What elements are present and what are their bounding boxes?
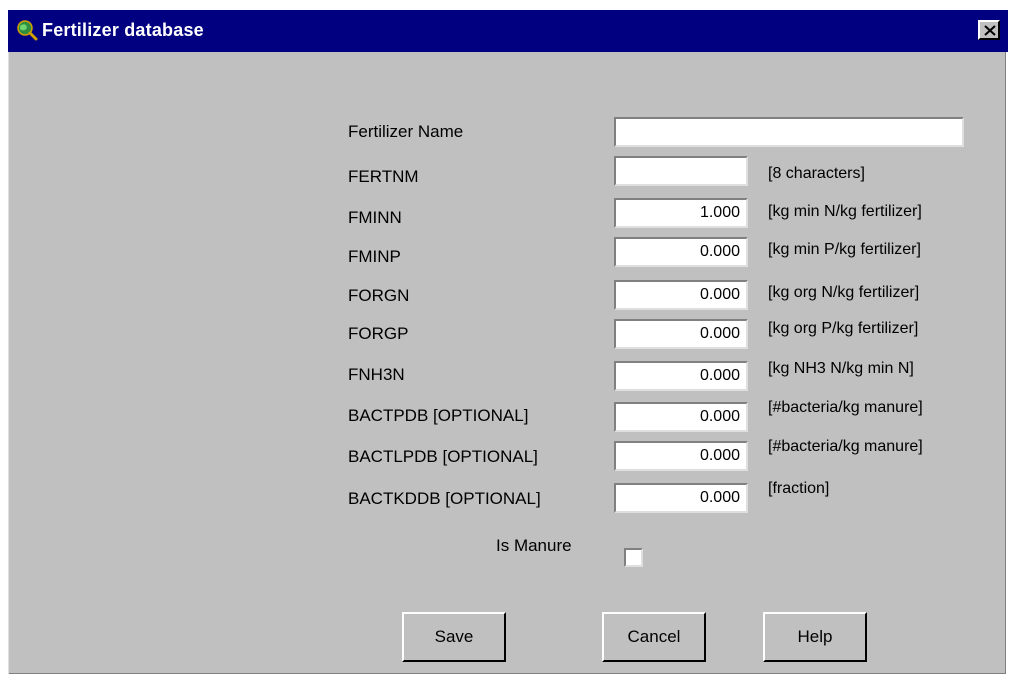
is-manure-label: Is Manure (496, 536, 572, 555)
forgn-input[interactable] (614, 280, 748, 310)
bactkddb-label: BACTKDDB [OPTIONAL] (348, 489, 541, 508)
forgn-label: FORGN (348, 286, 410, 305)
fminn-input[interactable] (614, 198, 748, 228)
fertnm-input[interactable] (614, 156, 748, 186)
bactlpdb-label: BACTLPDB [OPTIONAL] (348, 447, 538, 466)
bactlpdb-unit: [#bacteria/kg manure] (768, 438, 923, 455)
forgp-label: FORGP (348, 324, 409, 343)
fertnm-unit: [8 characters] (768, 165, 865, 182)
bactpdb-unit: [#bacteria/kg manure] (768, 399, 923, 416)
forgp-input[interactable] (614, 319, 748, 349)
fertilizer-name-label: Fertilizer Name (348, 122, 464, 141)
cancel-button[interactable]: Cancel (602, 612, 706, 662)
window-title: Fertilizer database (42, 20, 204, 40)
title-bar: Fertilizer database (8, 10, 1008, 52)
fnh3n-input[interactable] (614, 361, 748, 391)
fminp-input[interactable] (614, 237, 748, 267)
save-button[interactable]: Save (402, 612, 506, 662)
bactpdb-input[interactable] (614, 402, 748, 432)
fertilizer-database-window: Fertilizer database Fertilizer Name FERT… (8, 10, 1008, 674)
fertnm-label: FERTNM (348, 167, 419, 186)
bactpdb-label: BACTPDB [OPTIONAL] (348, 406, 529, 425)
bactlpdb-input[interactable] (614, 441, 748, 471)
forgn-unit: [kg org N/kg fertilizer] (768, 284, 920, 301)
fminp-unit: [kg min P/kg fertilizer] (768, 241, 921, 258)
bactkddb-unit: [fraction] (768, 480, 830, 497)
fminn-unit: [kg min N/kg fertilizer] (768, 203, 922, 220)
close-button[interactable] (978, 20, 1000, 40)
fminp-label: FMINP (348, 247, 401, 266)
fminn-label: FMINN (348, 208, 402, 227)
fnh3n-unit: [kg NH3 N/kg min N] (768, 360, 914, 377)
forgp-unit: [kg org P/kg fertilizer] (768, 320, 919, 337)
help-button[interactable]: Help (763, 612, 867, 662)
close-icon (984, 25, 996, 36)
bactkddb-input[interactable] (614, 483, 748, 513)
globe-magnifier-icon (16, 19, 38, 41)
fnh3n-label: FNH3N (348, 365, 405, 384)
is-manure-checkbox[interactable] (624, 548, 643, 567)
fertilizer-name-input[interactable] (614, 117, 964, 147)
